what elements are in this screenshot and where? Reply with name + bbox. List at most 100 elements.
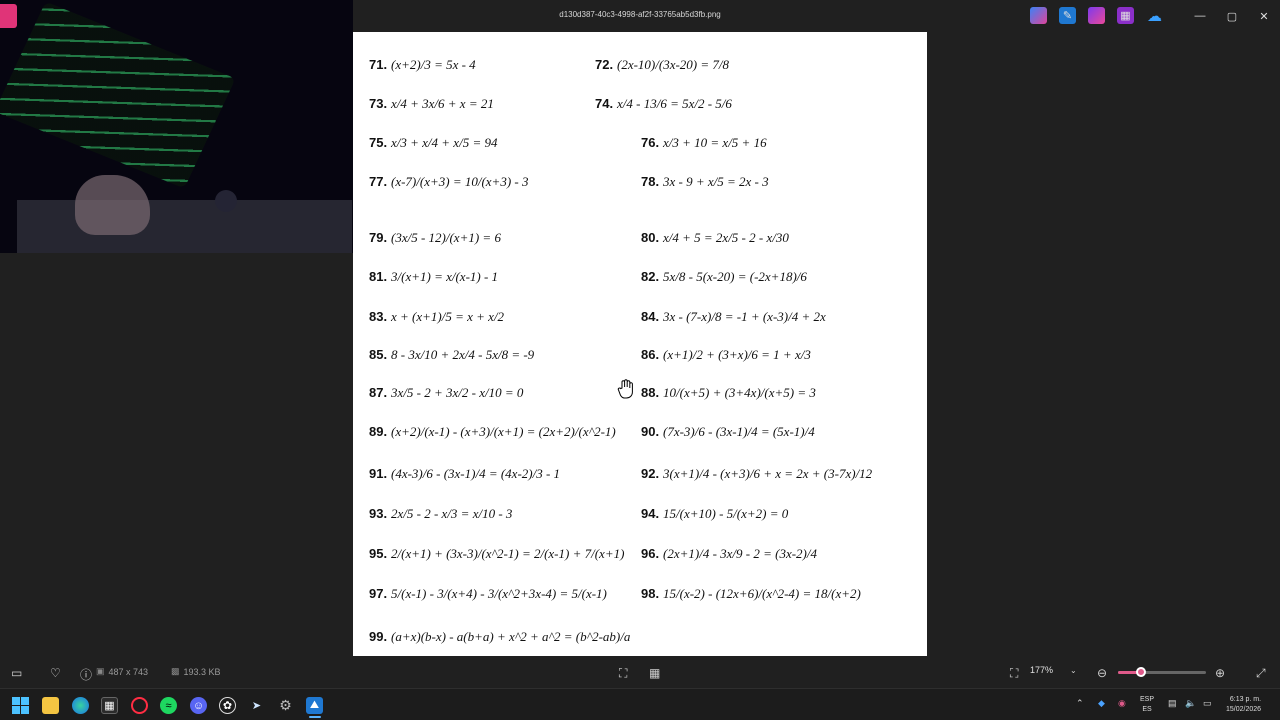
- window-controls: — ▢ ✕: [1184, 0, 1280, 32]
- problem-number: 89.: [369, 424, 387, 439]
- photo-editor-icon[interactable]: ✎: [1059, 7, 1076, 24]
- problem-equation: 3x - (7-x)/8 = -1 + (x-3)/4 + 2x: [662, 309, 826, 324]
- problem-97: 97. 5/(x-1) - 3/(x+4) - 3/(x^2+3x-4) = 5/…: [369, 586, 607, 601]
- problem-equation: (a+x)(b-x) - a(b+a) + x^2 + a^2 = (b^2-a…: [391, 629, 631, 644]
- problem-number: 91.: [369, 466, 387, 481]
- info-button[interactable]: ⓘ: [80, 666, 92, 683]
- start-icon[interactable]: [12, 697, 29, 714]
- problem-86: 86. (x+1)/2 + (3+x)/6 = 1 + x/3: [641, 347, 811, 362]
- close-button[interactable]: ✕: [1248, 0, 1280, 32]
- photos-icon[interactable]: ⛰: [306, 697, 323, 714]
- settings-icon[interactable]: ⚙: [277, 697, 294, 714]
- problem-number: 74.: [595, 96, 613, 111]
- onedrive-icon[interactable]: ☁: [1146, 7, 1163, 25]
- discord-icon[interactable]: ☺: [190, 697, 207, 714]
- status-bar: ▭ ♡ ⓘ ▣ 487 x 743 ▩ 193.3 KB ⛶ ▦ ⛶ 177% …: [0, 656, 1280, 688]
- clock[interactable]: 6:13 p. m. 15/02/2026: [1226, 695, 1261, 715]
- problem-82: 82. 5x/8 - 5(x-20) = (-2x+18)/6: [641, 269, 807, 284]
- problem-number: 84.: [641, 309, 659, 324]
- problem-number: 86.: [641, 347, 659, 362]
- problem-equation: (7x-3)/6 - (3x-1)/4 = (5x-1)/4: [663, 424, 815, 439]
- minimize-button[interactable]: —: [1184, 0, 1216, 32]
- zoom-level[interactable]: 177%: [1030, 665, 1053, 675]
- problem-75: 75. x/3 + x/4 + x/5 = 94: [369, 135, 498, 150]
- hand: [75, 175, 150, 235]
- problem-number: 82.: [641, 269, 659, 284]
- file-size-icon: ▩: [171, 666, 180, 676]
- problem-77: 77. (x-7)/(x+3) = 10/(x+3) - 3: [369, 174, 529, 189]
- problem-equation: x/4 - 13/6 = 5x/2 - 5/6: [616, 96, 732, 111]
- fit-window-icon: ⛶: [1010, 666, 1019, 680]
- problem-number: 88.: [641, 385, 659, 400]
- problem-94: 94. 15/(x+10) - 5/(x+2) = 0: [641, 506, 789, 521]
- problem-number: 73.: [369, 96, 387, 111]
- favorite-button[interactable]: ♡: [50, 666, 61, 680]
- problem-equation: 10/(x+5) + (3+4x)/(x+5) = 3: [663, 385, 816, 400]
- zoom-in-button[interactable]: ⊕: [1215, 666, 1225, 680]
- security-icon[interactable]: ◆: [1098, 698, 1105, 709]
- problem-number: 76.: [641, 135, 659, 150]
- problem-number: 83.: [369, 309, 387, 324]
- dimensions-info: ▣ 487 x 743: [96, 666, 148, 677]
- problem-89: 89. (x+2)/(x-1) - (x+3)/(x+1) = (2x+2)/(x…: [369, 424, 616, 439]
- clipchamp-icon[interactable]: [1088, 7, 1105, 24]
- keyboard-backlight: [0, 1, 236, 189]
- hand-cursor-icon: [617, 379, 633, 399]
- file-size: 193.3 KB: [183, 666, 221, 677]
- problem-equation: 2x/5 - 2 - x/3 = x/10 - 3: [391, 506, 513, 521]
- maximize-button[interactable]: ▢: [1216, 0, 1248, 32]
- zoom-slider-thumb[interactable]: [1136, 667, 1146, 677]
- volume-icon[interactable]: 🔈: [1185, 698, 1196, 709]
- zoom-dropdown[interactable]: ⌄: [1070, 666, 1077, 675]
- problem-80: 80. x/4 + 5 = 2x/5 - 2 - x/30: [641, 230, 789, 245]
- edge-icon[interactable]: [72, 697, 89, 714]
- input-language[interactable]: ESP ES: [1140, 695, 1154, 715]
- image-canvas[interactable]: 71. (x+2)/3 = 5x - 4 72. (2x-10)/(3x-20) = …: [353, 32, 927, 656]
- problem-number: 98.: [641, 586, 659, 601]
- problem-79: 79. (3x/5 - 12)/(x+1) = 6: [369, 230, 501, 245]
- problem-equation: 3x/5 - 2 + 3x/2 - x/10 = 0: [390, 385, 524, 400]
- problem-equation: 3/(x+1) = x/(x-1) - 1: [390, 269, 498, 284]
- zoom-out-button[interactable]: ⊖: [1097, 666, 1107, 680]
- problem-equation: 15/(x+10) - 5/(x+2) = 0: [663, 506, 789, 521]
- problem-equation: x + (x+1)/5 = x + x/2: [390, 309, 505, 324]
- crop-button[interactable]: ⛶: [619, 666, 627, 681]
- filesize-info: ▩ 193.3 KB: [171, 666, 221, 677]
- show-hidden-icons-chevron-up-icon[interactable]: ⌃: [1076, 698, 1084, 709]
- problem-73: 73. x/4 + 3x/6 + x = 21: [369, 96, 494, 111]
- problem-equation: 3x - 9 + x/5 = 2x - 3: [662, 174, 769, 189]
- problem-number: 77.: [369, 174, 387, 189]
- problem-91: 91. (4x-3)/6 - (3x-1)/4 = (4x-2)/3 - 1: [369, 466, 560, 481]
- store-icon[interactable]: ▦: [101, 697, 118, 714]
- problem-number: 85.: [369, 347, 387, 362]
- problem-74: 74. x/4 - 13/6 = 5x/2 - 5/6: [595, 96, 732, 111]
- problem-85: 85. 8 - 3x/10 + 2x/4 - 5x/8 = -9: [369, 347, 535, 362]
- problem-equation: 5x/8 - 5(x-20) = (-2x+18)/6: [663, 269, 807, 284]
- problem-equation: (2x-10)/(3x-20) = 7/8: [617, 57, 730, 72]
- fullscreen-button[interactable]: ⤢: [1256, 666, 1266, 681]
- network-icon[interactable]: ▤: [1168, 698, 1177, 709]
- chatgpt-icon[interactable]: ✿: [219, 697, 236, 714]
- keyboard-layout: ES: [1142, 706, 1152, 713]
- microphone-icon[interactable]: ◉: [1118, 698, 1126, 709]
- filmstrip-button[interactable]: ▭: [11, 666, 22, 680]
- ocr-button[interactable]: ▦: [649, 666, 660, 680]
- problem-number: 92.: [641, 466, 659, 481]
- zoom-out-icon: ⊖: [1097, 666, 1108, 680]
- file-explorer-icon[interactable]: [42, 697, 59, 714]
- copilot-icon[interactable]: [1030, 7, 1047, 24]
- problem-87: 87. 3x/5 - 2 + 3x/2 - x/10 = 0: [369, 385, 524, 400]
- problem-90: 90. (7x-3)/6 - (3x-1)/4 = (5x-1)/4: [641, 424, 815, 439]
- problem-number: 97.: [369, 586, 387, 601]
- battery-icon[interactable]: ▭: [1203, 698, 1212, 709]
- problem-83: 83. x + (x+1)/5 = x + x/2: [369, 309, 505, 324]
- webcam-overlay: [0, 0, 353, 253]
- fit-to-window-button[interactable]: ⛶: [1010, 666, 1018, 681]
- steam-icon[interactable]: ➤: [248, 697, 265, 714]
- problem-76: 76. x/3 + 10 = x/5 + 16: [641, 135, 767, 150]
- problem-equation: (x+1)/2 + (3+x)/6 = 1 + x/3: [663, 347, 811, 362]
- opera-icon[interactable]: [131, 697, 148, 714]
- designer-icon[interactable]: ▦: [1117, 7, 1134, 24]
- spotify-icon[interactable]: ≈: [160, 697, 177, 714]
- info-icon: ⓘ: [80, 668, 93, 682]
